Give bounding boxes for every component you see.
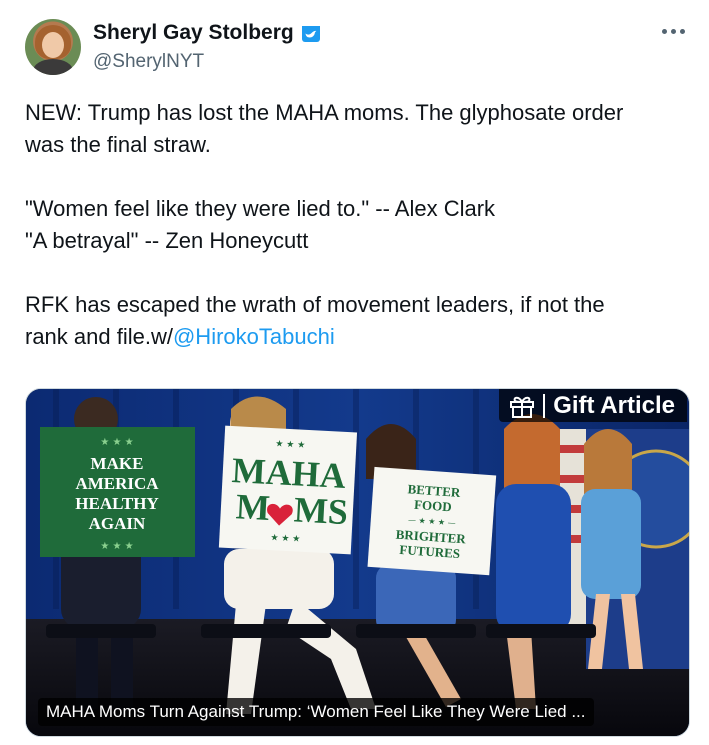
- tweet-line-3: RFK has escaped the wrath of movement le…: [25, 292, 605, 317]
- article-photo: ★ ★ ★ MAKE AMERICA HEALTHY AGAIN ★ ★ ★ ★…: [26, 389, 689, 736]
- sign-better-line-2: FOOD: [414, 497, 453, 515]
- svg-text:★ ★ ★: ★ ★ ★: [100, 437, 133, 448]
- tweet-line-1: NEW: Trump has lost the MAHA moms. The g…: [25, 100, 624, 125]
- article-card[interactable]: ★ ★ ★ MAKE AMERICA HEALTHY AGAIN ★ ★ ★ ★…: [25, 388, 690, 737]
- tweet-line-4: rank and file.w/@HirokoTabuchi: [25, 321, 690, 353]
- sign-green-line-3: HEALTHY: [75, 494, 158, 513]
- tweet-line-2: was the final straw.: [25, 132, 211, 157]
- tweet-line-4-prefix: rank and file.w/: [25, 324, 173, 349]
- author-name[interactable]: Sheryl Gay Stolberg: [93, 21, 294, 45]
- svg-text:★ ★ ★: ★ ★ ★: [100, 541, 133, 552]
- tweet-quote-1: "Women feel like they were lied to." -- …: [25, 196, 496, 221]
- tweet-text: NEW: Trump has lost the MAHA moms. The g…: [25, 97, 690, 353]
- gift-icon: [510, 396, 535, 418]
- sign-green-line-1: MAKE: [91, 454, 144, 473]
- svg-text:★ ★ ★: ★ ★ ★: [275, 439, 305, 451]
- avatar[interactable]: [25, 19, 81, 75]
- tweet-card[interactable]: Sheryl Gay Stolberg @SherylNYT NEW: Trum…: [0, 0, 709, 745]
- more-horizontal-icon[interactable]: [662, 26, 688, 36]
- sign-green-line-4: AGAIN: [89, 514, 146, 533]
- svg-text:★ ★ ★: ★ ★ ★: [270, 533, 300, 545]
- article-caption[interactable]: MAHA Moms Turn Against Trump: ‘Women Fee…: [38, 698, 594, 726]
- tweet-quote-2: "A betrayal" -- Zen Honeycutt: [25, 228, 309, 253]
- author-handle[interactable]: @SherylNYT: [93, 51, 204, 73]
- sign-maha-line-2-right: MS: [293, 489, 349, 532]
- sign-maha-line-2-left: M: [235, 486, 271, 528]
- verified-badge-icon: [302, 26, 320, 42]
- gift-article-button[interactable]: Gift Article: [499, 389, 687, 422]
- gift-article-label: Gift Article: [553, 391, 675, 419]
- gift-divider: [543, 393, 546, 418]
- sign-green-line-2: AMERICA: [75, 474, 159, 493]
- mention-link[interactable]: @HirokoTabuchi: [173, 324, 335, 349]
